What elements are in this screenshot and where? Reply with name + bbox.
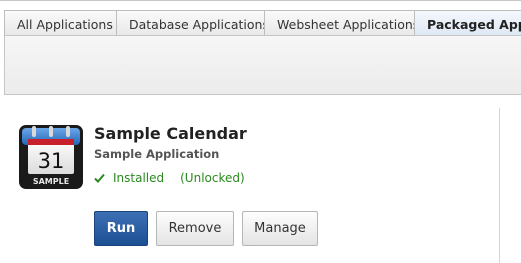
install-status: Installed (Unlocked) [94, 171, 245, 185]
tab-packaged-applications[interactable]: Packaged Applic [414, 10, 521, 37]
status-label: Installed [113, 171, 165, 185]
remove-button[interactable]: Remove [156, 211, 234, 246]
tab-websheet-applications[interactable]: Websheet Applications [264, 10, 415, 37]
page: All Applications Database Applications W… [0, 0, 521, 263]
application-tabs: All Applications Database Applications W… [0, 0, 521, 37]
manage-button[interactable]: Manage [242, 211, 318, 246]
app-subtitle: Sample Application [94, 147, 220, 161]
tab-all-applications[interactable]: All Applications [4, 10, 117, 37]
checkmark-icon [94, 173, 105, 183]
toolbar-region [4, 35, 521, 95]
lock-state: (Unlocked) [180, 171, 245, 185]
tab-label: Packaged Applic [427, 16, 521, 32]
tab-label: Database Applications [129, 16, 265, 32]
tab-label: Websheet Applications [277, 16, 415, 32]
column-divider [499, 108, 500, 263]
tab-database-applications[interactable]: Database Applications [116, 10, 265, 37]
tab-label: All Applications [17, 16, 113, 32]
run-button[interactable]: Run [94, 211, 148, 246]
calendar-day-number: 31 [38, 149, 65, 173]
calendar-icon: 31 SAMPLE [19, 125, 83, 189]
app-title[interactable]: Sample Calendar [94, 124, 247, 143]
sample-badge: SAMPLE [33, 177, 69, 186]
